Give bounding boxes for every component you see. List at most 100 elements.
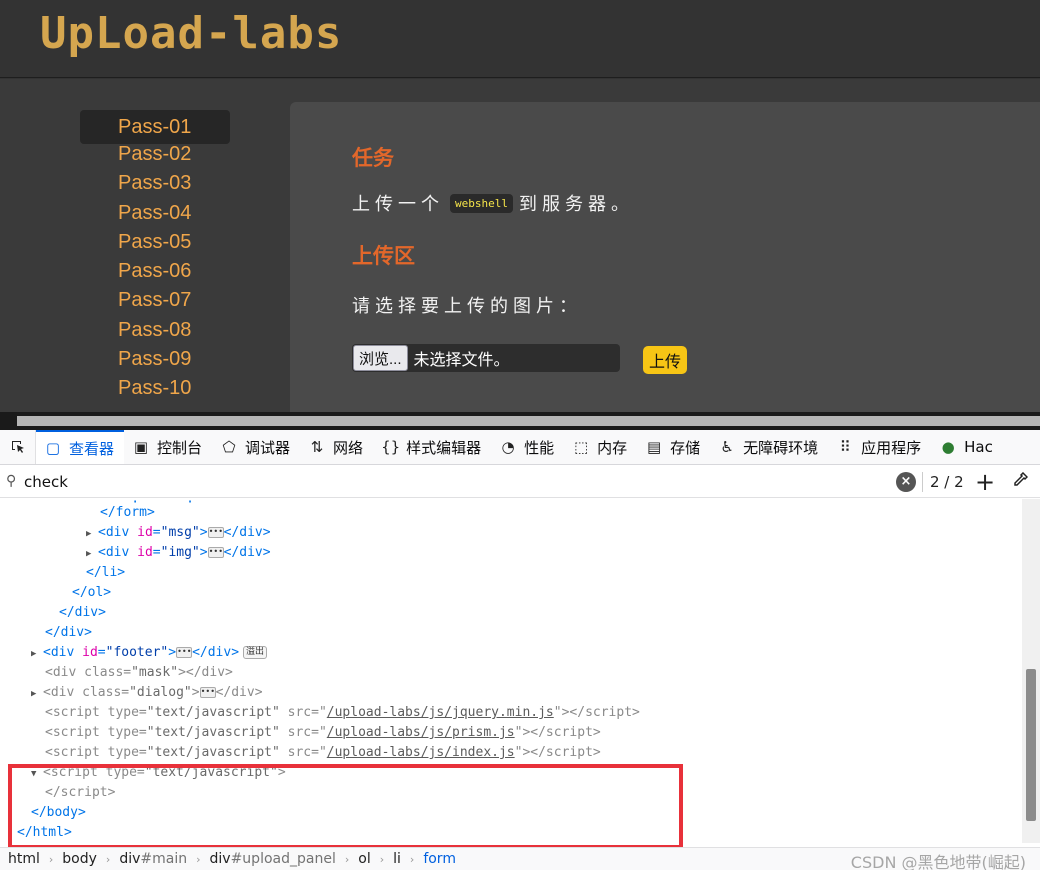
devtools-panel: ▢ 查看器 ▣ 控制台 ⬠ 调试器 ⇅ 网络 {} 样式编辑器 ◔ 性能 ⬚ 内存 ▤ 存储 ♿ 无障碍环境 ⠿ 应用… <box>0 430 1040 870</box>
tab-label: 样式编辑器 <box>406 438 482 457</box>
tree-line-script-close[interactable]: </script> <box>45 783 115 803</box>
tree-line-form-close[interactable]: </form> <box>100 503 155 523</box>
page-scrollbar-thumb[interactable] <box>17 416 1040 426</box>
memory-icon: ⬚ <box>574 438 589 456</box>
breadcrumb-ol[interactable]: ol › <box>358 851 393 867</box>
collapsed-content-icon[interactable]: ••• <box>207 527 224 538</box>
choose-image-label: 请选择要上传的图片： <box>352 296 582 317</box>
breadcrumb-div[interactable]: div #main › <box>119 851 209 867</box>
breadcrumb-form[interactable]: form <box>423 851 456 867</box>
chevron-right-icon: › <box>379 852 385 866</box>
menu-item-pass-03[interactable]: Pass-03 <box>80 169 230 198</box>
tree-line-body-close[interactable]: </body> <box>31 803 86 823</box>
devtools-tab-performance[interactable]: ◔ 性能 <box>491 430 564 464</box>
devtools-tab-hackbar[interactable]: ● Hac <box>931 430 1003 464</box>
markup-scrollbar-thumb[interactable] <box>1026 669 1036 821</box>
expand-twisty-icon[interactable]: ▶ <box>31 644 43 664</box>
devtools-tab-inspector[interactable]: ▢ 查看器 <box>36 430 125 464</box>
tab-label: 调试器 <box>245 438 291 457</box>
expand-twisty-icon[interactable]: ▶ <box>31 684 43 704</box>
collapsed-content-icon[interactable]: ••• <box>207 547 224 558</box>
breadcrumb-tag: div <box>209 851 231 867</box>
tree-line-script-jquery[interactable]: <script type="text/javascript" src="/upl… <box>45 703 640 723</box>
tree-line-div-dialog[interactable]: ▶ <div class="dialog">•••</div> <box>31 683 263 703</box>
script-src-link[interactable]: /upload-labs/js/prism.js <box>327 725 515 740</box>
storage-icon: ▤ <box>647 438 662 456</box>
devtools-tab-memory[interactable]: ⬚ 内存 <box>564 430 637 464</box>
markup-search-input[interactable] <box>24 471 884 493</box>
tree-line-div-footer[interactable]: ▶ <div id="footer">•••</div> 溢出 <box>31 643 268 664</box>
element-picker-icon[interactable] <box>0 430 36 464</box>
browse-button[interactable]: 浏览... <box>353 345 408 371</box>
breadcrumb-li[interactable]: li › <box>393 851 423 867</box>
screenshot: UpLoad-labs Pass-01 Pass-02 Pass-03 Pass-04… <box>0 0 1040 870</box>
menu-item-pass-09[interactable]: Pass-09 <box>80 345 230 374</box>
tree-line-script-prism[interactable]: <script type="text/javascript" src="/upl… <box>45 723 601 743</box>
devtools-tab-accessibility[interactable]: ♿ 无障碍环境 <box>710 430 828 464</box>
script-src-link[interactable]: /upload-labs/js/index.js <box>327 745 515 760</box>
devtools-tab-debugger[interactable]: ⬠ 调试器 <box>212 430 300 464</box>
tab-label: 存储 <box>670 438 701 457</box>
console-icon: ▣ <box>133 438 149 456</box>
breadcrumb-tag: form <box>423 851 456 867</box>
menu-item-pass-10[interactable]: Pass-10 <box>80 374 230 403</box>
breadcrumb-body[interactable]: body › <box>62 851 119 867</box>
tree-line-div-mask[interactable]: <div class="mask"></div> <box>45 663 233 683</box>
network-icon: ⇅ <box>310 438 324 456</box>
site-logo[interactable]: UpLoad-labs <box>40 8 342 59</box>
add-node-icon[interactable]: + <box>975 468 995 496</box>
devtools-tabbar: ▢ 查看器 ▣ 控制台 ⬠ 调试器 ⇅ 网络 {} 样式编辑器 ◔ 性能 ⬚ 内存 ▤ 存储 ♿ 无障碍环境 ⠿ 应用… <box>0 430 1040 465</box>
upload-button[interactable]: 上传 <box>643 346 688 374</box>
tree-line-div-close[interactable]: </div> <box>45 623 92 643</box>
menu-item-pass-07[interactable]: Pass-07 <box>80 286 230 315</box>
expand-twisty-icon[interactable]: ▶ <box>86 544 98 564</box>
tree-line-li-close[interactable]: </li> <box>86 563 125 583</box>
chevron-right-icon: › <box>409 852 415 866</box>
collapse-twisty-icon[interactable]: ▼ <box>31 764 43 784</box>
task-description: 上传一个 webshell 到服务器。 <box>352 190 634 216</box>
page-horizontal-scrollbar[interactable] <box>0 412 1040 430</box>
search-icon: ⚲ <box>6 473 17 489</box>
file-input[interactable]: 浏览... 未选择文件。 <box>352 344 620 372</box>
chevron-right-icon: › <box>196 852 201 866</box>
menu-item-pass-06[interactable]: Pass-06 <box>80 257 230 286</box>
devtools-tab-style-editor[interactable]: {} 样式编辑器 <box>373 430 491 464</box>
menu-item-pass-02[interactable]: Pass-02 <box>80 140 230 169</box>
script-src-link[interactable]: /upload-labs/js/jquery.min.js <box>327 705 554 720</box>
devtools-tab-network[interactable]: ⇅ 网络 <box>300 430 373 464</box>
breadcrumb-html[interactable]: html › <box>8 851 62 867</box>
tree-line-div-msg[interactable]: ▶ <div id="msg">•••</div> <box>86 523 271 543</box>
tree-line-script-index[interactable]: <script type="text/javascript" src="/upl… <box>45 743 601 763</box>
task-text-after: 到服务器。 <box>518 194 634 215</box>
upload-heading: 上传区 <box>352 244 415 268</box>
breadcrumb-div[interactable]: div #upload_panel › <box>210 851 359 867</box>
tab-label: Hac <box>964 438 993 456</box>
menu-item-pass-05[interactable]: Pass-05 <box>80 228 230 257</box>
markup-vertical-scrollbar[interactable] <box>1022 499 1040 843</box>
devtools-tab-application[interactable]: ⠿ 应用程序 <box>828 430 931 464</box>
menu-item-pass-01[interactable]: Pass-01 <box>80 110 230 144</box>
upload-labs-page: UpLoad-labs Pass-01 Pass-02 Pass-03 Pass-04… <box>0 0 1040 412</box>
menu-item-pass-04[interactable]: Pass-04 <box>80 199 230 228</box>
clear-search-icon[interactable]: × <box>896 472 916 492</box>
menu-item-pass-08[interactable]: Pass-08 <box>80 316 230 345</box>
tree-line-html-close[interactable]: </html> <box>17 823 72 843</box>
expand-twisty-icon[interactable]: ▶ <box>86 524 98 544</box>
collapsed-content-icon[interactable]: ••• <box>176 647 193 658</box>
devtools-tab-storage[interactable]: ▤ 存储 <box>637 430 710 464</box>
tab-label: 性能 <box>524 438 555 457</box>
tree-line-div-close[interactable]: </div> <box>59 603 106 623</box>
tree-line-script-inline[interactable]: ▼ <script type="text/javascript"> <box>31 763 286 783</box>
csdn-watermark: CSDN @黑色地带(崛起) <box>850 853 1026 870</box>
tab-label: 内存 <box>597 438 628 457</box>
tree-line-ol-close[interactable]: </ol> <box>72 583 111 603</box>
overflow-badge[interactable]: 溢出 <box>243 646 268 659</box>
eyedropper-icon[interactable] <box>1012 471 1029 492</box>
pass-menu: Pass-01 Pass-02 Pass-03 Pass-04 Pass-05 Pass-… <box>80 110 230 404</box>
collapsed-content-icon[interactable]: ••• <box>199 687 216 698</box>
devtools-tab-console[interactable]: ▣ 控制台 <box>124 430 212 464</box>
inspector-icon: ▢ <box>45 439 61 457</box>
site-header: UpLoad-labs <box>0 0 1040 78</box>
tree-line-div-img[interactable]: ▶ <div id="img">•••</div> <box>86 543 271 563</box>
application-icon: ⠿ <box>839 438 851 456</box>
